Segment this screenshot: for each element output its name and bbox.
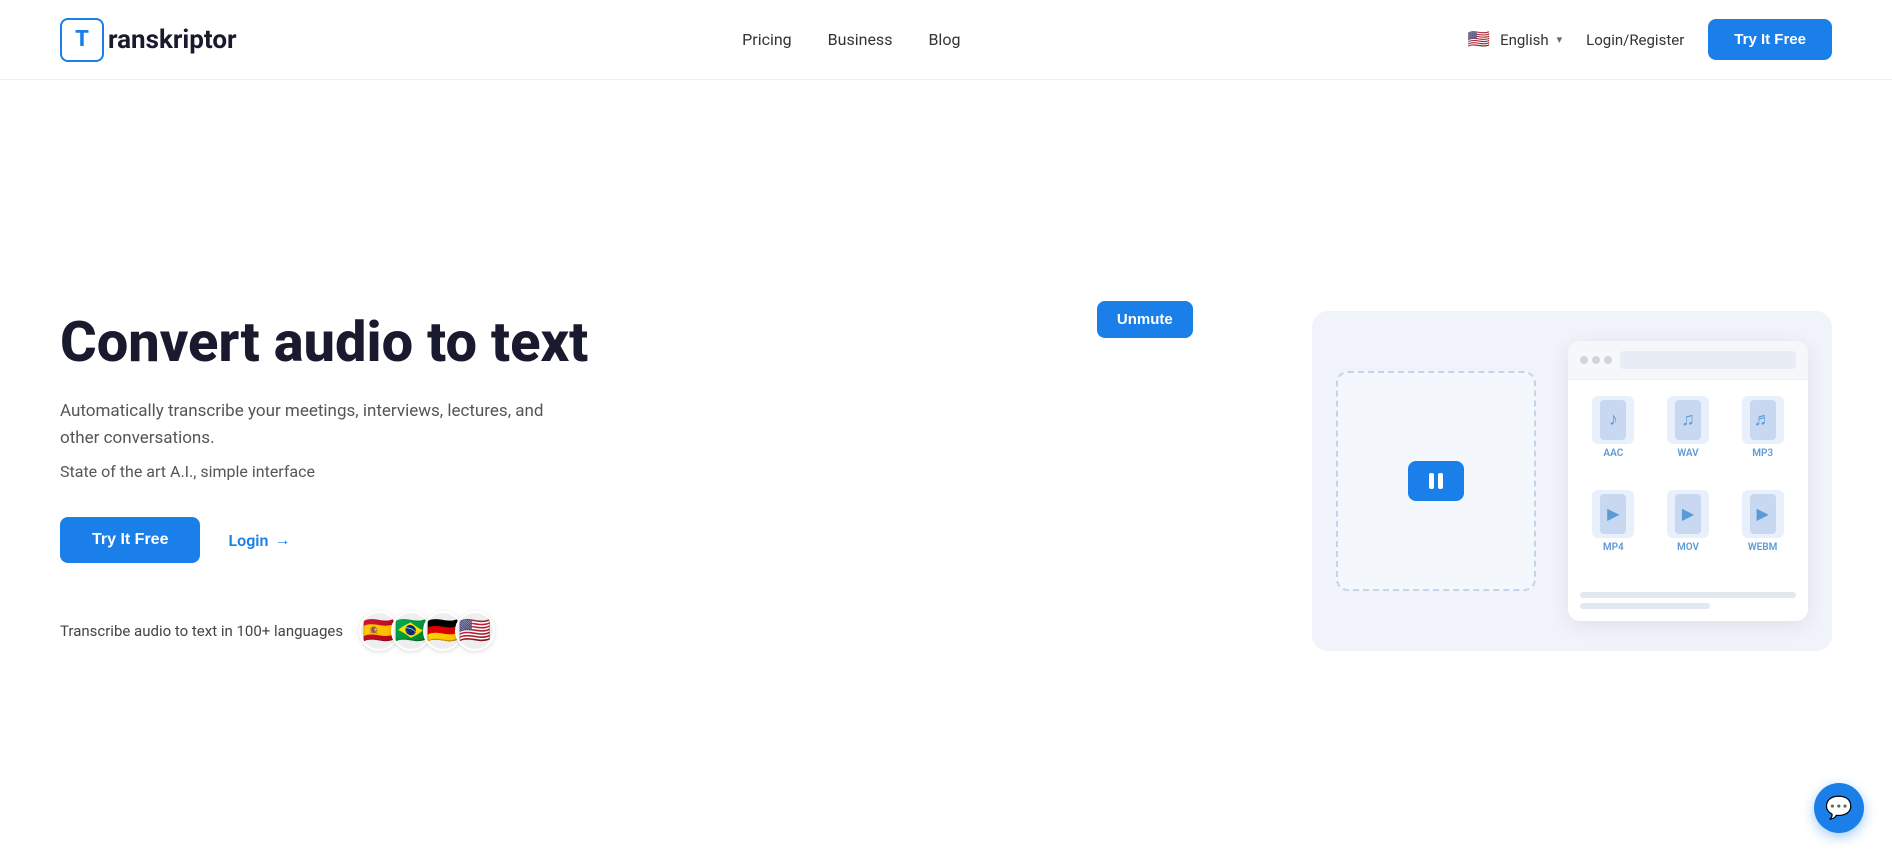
login-register-link[interactable]: Login/Register: [1586, 31, 1684, 49]
music-note-mp3-icon: ♬: [1754, 409, 1772, 430]
languages-row: Transcribe audio to text in 100+ languag…: [60, 611, 981, 651]
language-flag: 🇺🇸: [1466, 27, 1492, 53]
hero-title: Convert audio to text: [60, 310, 981, 374]
logo-text: ranskriptor: [108, 25, 237, 55]
logo-icon: T: [60, 18, 104, 62]
hero-section: Convert audio to text Automatically tran…: [0, 80, 1892, 861]
hero-state-of-art: State of the art A.I., simple interface: [60, 462, 981, 481]
browser-dots: [1580, 356, 1612, 364]
browser-bar: [1568, 341, 1808, 380]
unmute-button[interactable]: Unmute: [1097, 301, 1193, 338]
file-webm: ▶ WEBM: [1729, 490, 1796, 576]
file-browser-panel: ♪ AAC ♫ WAV ♬: [1568, 341, 1808, 621]
file-mp4: ▶ MP4: [1580, 490, 1647, 576]
logo-letter: T: [75, 27, 89, 52]
file-aac: ♪ AAC: [1580, 396, 1647, 482]
music-note-icon: ♪: [1609, 409, 1618, 430]
file-wav-icon: ♫: [1667, 396, 1709, 444]
hero-right: Unmute: [1017, 311, 1832, 651]
play-arrow-mp4-icon: ▶: [1607, 504, 1619, 523]
navbar: T ranskriptor Pricing Business Blog 🇺🇸 E…: [0, 0, 1892, 80]
file-wav-label: WAV: [1677, 448, 1698, 459]
play-arrow-webm-icon: ▶: [1757, 504, 1769, 523]
login-label: Login: [228, 531, 268, 550]
chat-widget[interactable]: 💬: [1814, 783, 1864, 833]
file-mp3-icon: ♬: [1742, 396, 1784, 444]
file-mov: ▶ MOV: [1655, 490, 1722, 576]
browser-search-bar: [1620, 351, 1796, 369]
file-wav: ♫ WAV: [1655, 396, 1722, 482]
file-aac-icon: ♪: [1592, 396, 1634, 444]
file-mp4-label: MP4: [1603, 542, 1624, 553]
pause-bar-left: [1429, 473, 1434, 489]
file-aac-label: AAC: [1603, 448, 1623, 459]
language-selector[interactable]: 🇺🇸 English ▾: [1466, 27, 1562, 53]
file-mov-icon: ▶: [1667, 490, 1709, 538]
nav-cta-button[interactable]: Try It Free: [1708, 19, 1832, 60]
arrow-icon: →: [274, 530, 290, 550]
file-webm-icon: ▶: [1742, 490, 1784, 538]
language-label: English: [1500, 31, 1549, 49]
nav-right: 🇺🇸 English ▾ Login/Register Try It Free: [1466, 19, 1832, 60]
hero-description: Automatically transcribe your meetings, …: [60, 398, 560, 452]
flag-american: 🇺🇸: [455, 611, 495, 651]
pause-button[interactable]: [1408, 461, 1464, 501]
hero-cta-button[interactable]: Try It Free: [60, 517, 200, 563]
hero-buttons: Try It Free Login →: [60, 517, 981, 563]
play-arrow-mov-icon: ▶: [1682, 504, 1694, 523]
media-player-panel: [1336, 371, 1536, 591]
text-lines: [1568, 592, 1808, 621]
nav-pricing[interactable]: Pricing: [742, 30, 792, 49]
file-mov-label: MOV: [1677, 542, 1699, 553]
nav-blog[interactable]: Blog: [928, 30, 960, 49]
file-mp3: ♬ MP3: [1729, 396, 1796, 482]
nav-links: Pricing Business Blog: [742, 30, 960, 49]
text-line-1: [1580, 592, 1796, 598]
music-note-wav-icon: ♫: [1681, 409, 1695, 430]
illustration: ♪ AAC ♫ WAV ♬: [1312, 311, 1832, 651]
pause-bar-right: [1438, 473, 1443, 489]
file-webm-label: WEBM: [1748, 542, 1778, 553]
file-grid: ♪ AAC ♫ WAV ♬: [1568, 380, 1808, 592]
flags-group: 🇪🇸 🇧🇷 🇩🇪 🇺🇸: [359, 611, 495, 651]
dot-2: [1592, 356, 1600, 364]
dot-3: [1604, 356, 1612, 364]
file-mp3-label: MP3: [1752, 448, 1773, 459]
logo[interactable]: T ranskriptor: [60, 18, 237, 62]
text-line-2: [1580, 603, 1710, 609]
languages-text: Transcribe audio to text in 100+ languag…: [60, 622, 343, 640]
file-mp4-icon: ▶: [1592, 490, 1634, 538]
chevron-down-icon: ▾: [1557, 33, 1563, 46]
hero-left: Convert audio to text Automatically tran…: [60, 310, 981, 652]
chat-icon: 💬: [1825, 796, 1852, 821]
dot-1: [1580, 356, 1588, 364]
hero-login-link[interactable]: Login →: [228, 530, 290, 550]
nav-business[interactable]: Business: [828, 30, 893, 49]
